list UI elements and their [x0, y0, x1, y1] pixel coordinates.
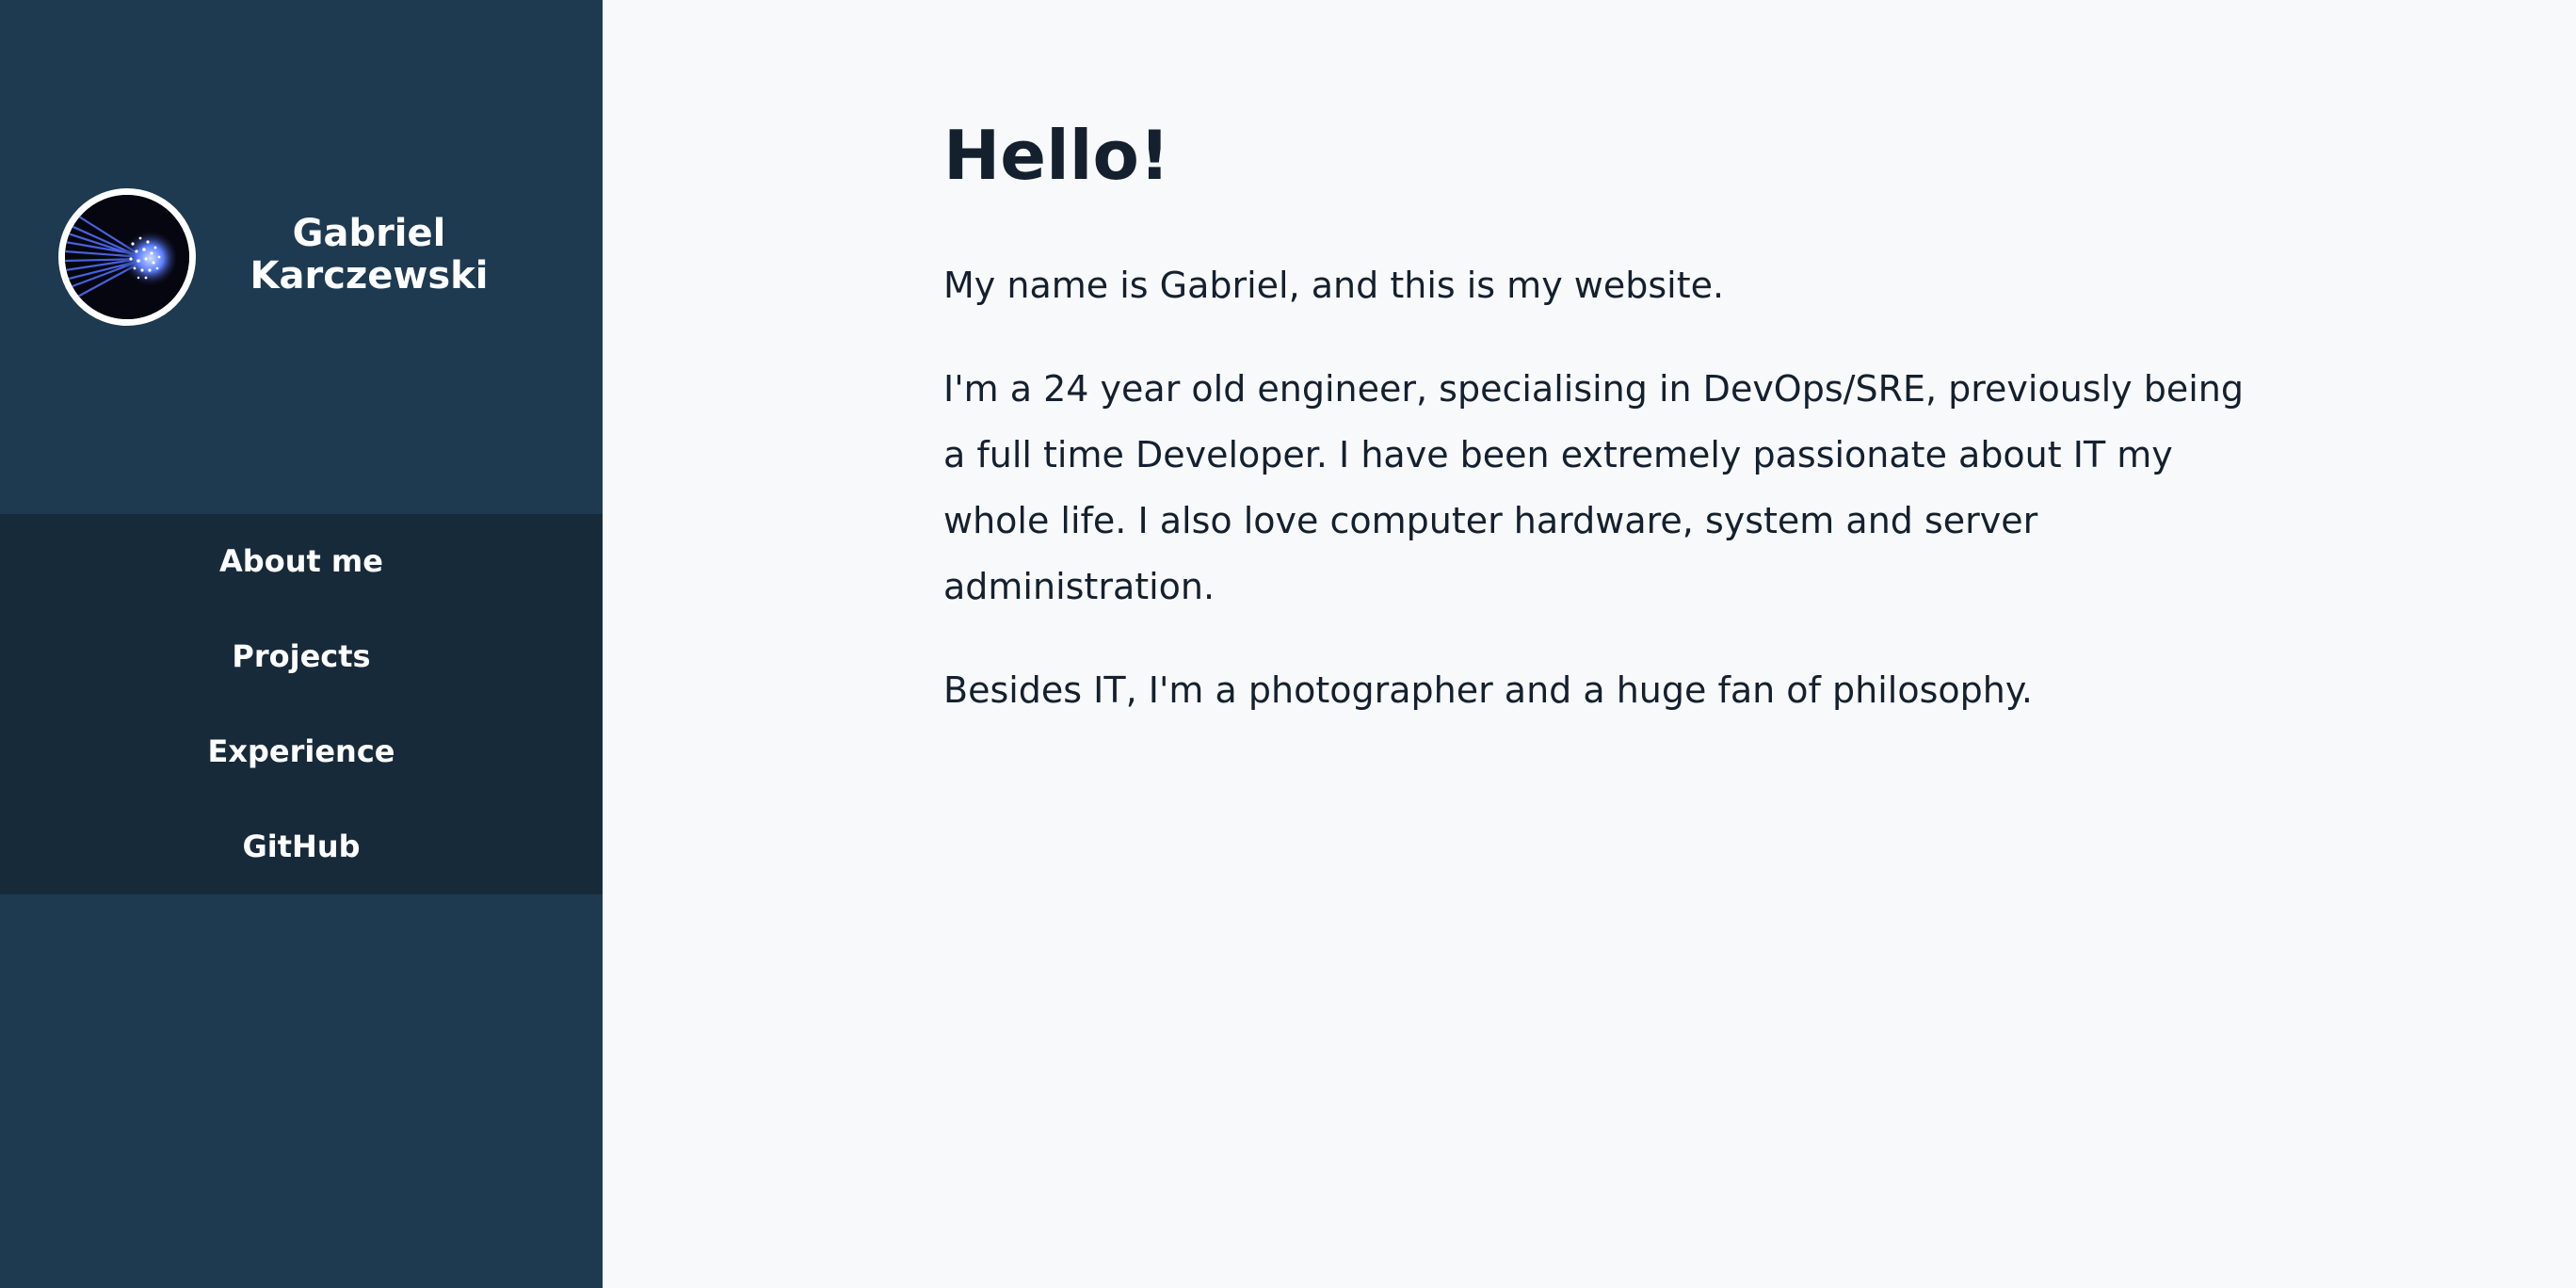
intro-paragraph: My name is Gabriel, and this is my websi…: [943, 265, 1725, 306]
hobbies-paragraph: Besides IT, I'm a photographer and a hug…: [943, 669, 2033, 711]
fiber-optic-avatar-icon: [65, 195, 189, 319]
nav-item-projects[interactable]: Projects: [0, 609, 603, 704]
page-title: Hello!: [943, 116, 1170, 195]
avatar: [58, 188, 196, 326]
sidebar-nav: About me Projects Experience GitHub: [0, 514, 603, 894]
about-paragraph: I'm a 24 year old engineer, specialising…: [943, 368, 2244, 607]
main-content: Hello! My name is Gabriel, and this is m…: [943, 113, 2262, 723]
nav-item-about-me[interactable]: About me: [0, 514, 603, 609]
nav-item-experience[interactable]: Experience: [0, 704, 603, 799]
site-owner-name: Gabriel Karczewski: [218, 213, 520, 298]
nav-item-github[interactable]: GitHub: [0, 799, 603, 894]
last-name: Karczewski: [250, 254, 489, 298]
sidebar: Gabriel Karczewski About me Projects Exp…: [0, 0, 603, 1288]
first-name: Gabriel: [292, 212, 446, 255]
profile-header: Gabriel Karczewski: [0, 0, 603, 514]
